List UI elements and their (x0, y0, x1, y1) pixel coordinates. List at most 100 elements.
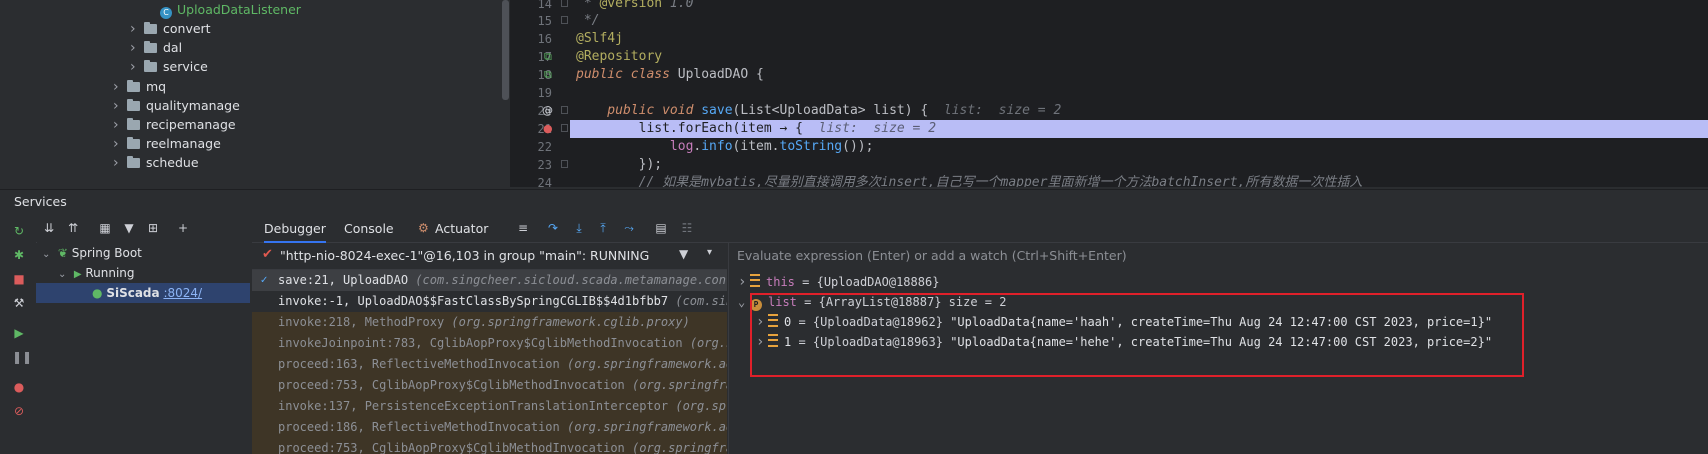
stack-frame[interactable]: ✓ save:21, UploadDAO (com.singcheer.siclo… (252, 270, 727, 291)
thread-selector[interactable]: "http-nio-8024-exec-1"@16,103 in group "… (280, 248, 649, 263)
services-tree-label: SiScada (106, 286, 160, 300)
chevron-down-icon[interactable]: ⌄ (738, 292, 750, 312)
project-tree-label: service (163, 59, 208, 74)
expand-all-icon[interactable]: ⇊ (42, 221, 56, 235)
layout-menu-icon[interactable]: ≡ (516, 221, 530, 235)
step-into-icon[interactable]: ⤓ (572, 221, 586, 235)
new-tab-icon[interactable]: ⊞ (146, 221, 160, 235)
project-tree-label: dal (163, 40, 183, 55)
stack-frame[interactable]: invoke:137, PersistenceExceptionTranslat… (252, 396, 727, 417)
chevron-down-icon[interactable]: ▾ (707, 247, 712, 258)
project-tree-item[interactable]: › qualitymanage (113, 96, 240, 115)
stack-frame[interactable]: proceed:186, ReflectiveMethodInvocation … (252, 417, 727, 438)
add-service-icon[interactable]: + (176, 221, 190, 235)
chevron-right-icon[interactable]: › (113, 154, 127, 173)
code-token: public class (576, 67, 678, 82)
frame-method: invoke:137, PersistenceExceptionTranslat… (278, 399, 676, 413)
project-tree-label: qualitymanage (146, 98, 240, 113)
line-number: 19 (537, 86, 552, 100)
services-tree-item-running[interactable]: ⌄ ▶ Running (36, 263, 250, 283)
project-tree-item[interactable]: › schedue (113, 153, 199, 172)
project-tree-item[interactable]: › dal (130, 38, 182, 57)
evaluate-expression-icon[interactable]: ▤ (654, 221, 668, 235)
resume-icon[interactable]: ▶ (12, 326, 26, 340)
project-tree-item[interactable]: › convert (130, 19, 211, 38)
chevron-right-icon[interactable]: › (130, 58, 144, 77)
project-tree-label: schedue (146, 155, 199, 170)
fold-marker-icon[interactable] (561, 16, 568, 24)
run-to-cursor-icon[interactable]: ⤳ (622, 221, 636, 235)
project-tree-item[interactable]: › service (130, 57, 208, 76)
chevron-right-icon[interactable]: › (113, 78, 127, 97)
actuator-icon: ⚙ (418, 221, 429, 235)
chevron-right-icon[interactable]: › (113, 97, 127, 116)
frame-package: (org.spri (689, 336, 727, 350)
stack-frame[interactable]: proceed:753, CglibAopProxy$CglibMethodIn… (252, 438, 727, 454)
debug-icon[interactable]: ✱ (12, 248, 26, 262)
chevron-right-icon[interactable]: › (130, 39, 144, 58)
pause-icon[interactable]: ❚❚ (12, 350, 32, 364)
fold-marker-icon[interactable] (561, 160, 568, 168)
project-tree-item[interactable]: C UploadDataListener (160, 0, 301, 19)
project-tree-item[interactable]: › reelmanage (113, 134, 221, 153)
project-tree-item[interactable]: › recipemanage (113, 115, 236, 134)
chevron-right-icon[interactable]: › (113, 116, 127, 135)
fold-marker-icon[interactable] (561, 106, 568, 114)
code-token: @Slf4j (576, 31, 623, 46)
code-token: list.forEach(item (576, 121, 780, 136)
fold-marker-icon[interactable] (561, 124, 568, 132)
folder-icon (144, 60, 157, 72)
services-tree-item-siscada[interactable]: ● SiScada :8024/ (36, 283, 250, 303)
override-gutter-icon[interactable]: @ (542, 102, 553, 120)
services-tree-item-spring-boot[interactable]: ⌄ ❦ Spring Boot (36, 243, 250, 263)
code-token: { (787, 121, 819, 136)
bean-gutter-icon[interactable]: ⧉ (544, 66, 552, 84)
evaluate-expression-input[interactable]: Evaluate expression (Enter) or add a wat… (737, 248, 1127, 263)
tab-actuator[interactable]: Actuator (435, 221, 488, 236)
group-icon[interactable]: ▦ (98, 221, 112, 235)
chevron-down-icon[interactable]: ⌄ (36, 245, 54, 265)
project-tree-label: recipemanage (146, 117, 236, 132)
tab-console[interactable]: Console (344, 221, 394, 236)
fold-marker-icon[interactable] (561, 0, 568, 7)
variable-name: this (766, 275, 795, 289)
collapse-all-icon[interactable]: ⇈ (66, 221, 80, 235)
tab-debugger[interactable]: Debugger (264, 221, 326, 243)
code-token: 1.0 (662, 0, 694, 11)
chevron-right-icon[interactable]: › (738, 272, 750, 292)
code-token: info (701, 139, 733, 154)
frame-package: (org.springframework.aop (566, 357, 727, 371)
chevron-right-icon[interactable]: › (130, 20, 144, 39)
stack-frame[interactable]: invokeJoinpoint:783, CglibAopProxy$Cglib… (252, 333, 727, 354)
code-line: public class UploadDAO { (576, 66, 764, 84)
line-number: 24 (537, 176, 552, 187)
rerun-icon[interactable]: ↻ (12, 224, 26, 238)
step-over-icon[interactable]: ↷ (546, 221, 560, 235)
filter-icon[interactable]: ▼ (122, 221, 136, 235)
project-tree-scrollbar[interactable] (502, 0, 509, 100)
code-token: list: size = 2 (818, 121, 937, 136)
bean-gutter-icon[interactable]: ⧉ (544, 48, 552, 66)
stack-frame[interactable]: invoke:218, MethodProxy (org.springframe… (252, 312, 727, 333)
stop-icon[interactable]: ■ (12, 272, 26, 286)
code-editor[interactable]: 14 * @version 1.0 15 */16 @Slf4j 17 ⧉ @Reposi… (510, 0, 1708, 187)
breakpoint-icon[interactable]: ● (543, 120, 553, 138)
view-breakpoints-icon[interactable]: ● (12, 380, 26, 394)
mute-breakpoints-icon[interactable]: ⊘ (12, 404, 26, 418)
variable-row[interactable]: › this = {UploadDAO@18886} (738, 272, 939, 292)
trace-icon[interactable]: ☷ (680, 221, 694, 235)
variable-value: {UploadDAO@18886} (816, 275, 940, 289)
wrench-icon[interactable]: ⚒ (12, 296, 26, 310)
filter-icon[interactable]: ▼ (679, 247, 688, 261)
chevron-right-icon[interactable]: › (113, 135, 127, 154)
service-port-link[interactable]: :8024/ (163, 286, 202, 300)
project-tree-item[interactable]: › mq (113, 77, 166, 96)
stack-frame[interactable]: invoke:-1, UploadDAO$$FastClassBySpringC… (252, 291, 727, 312)
code-token: * (576, 0, 600, 11)
stack-frame[interactable]: proceed:163, ReflectiveMethodInvocation … (252, 354, 727, 375)
equals-sign: = (794, 275, 817, 289)
chevron-down-icon[interactable]: ⌄ (36, 265, 70, 285)
stack-frame[interactable]: proceed:753, CglibAopProxy$CglibMethodIn… (252, 375, 727, 396)
frame-method: proceed:186, ReflectiveMethodInvocation (278, 420, 567, 434)
step-out-icon[interactable]: ⤒ (596, 221, 610, 235)
